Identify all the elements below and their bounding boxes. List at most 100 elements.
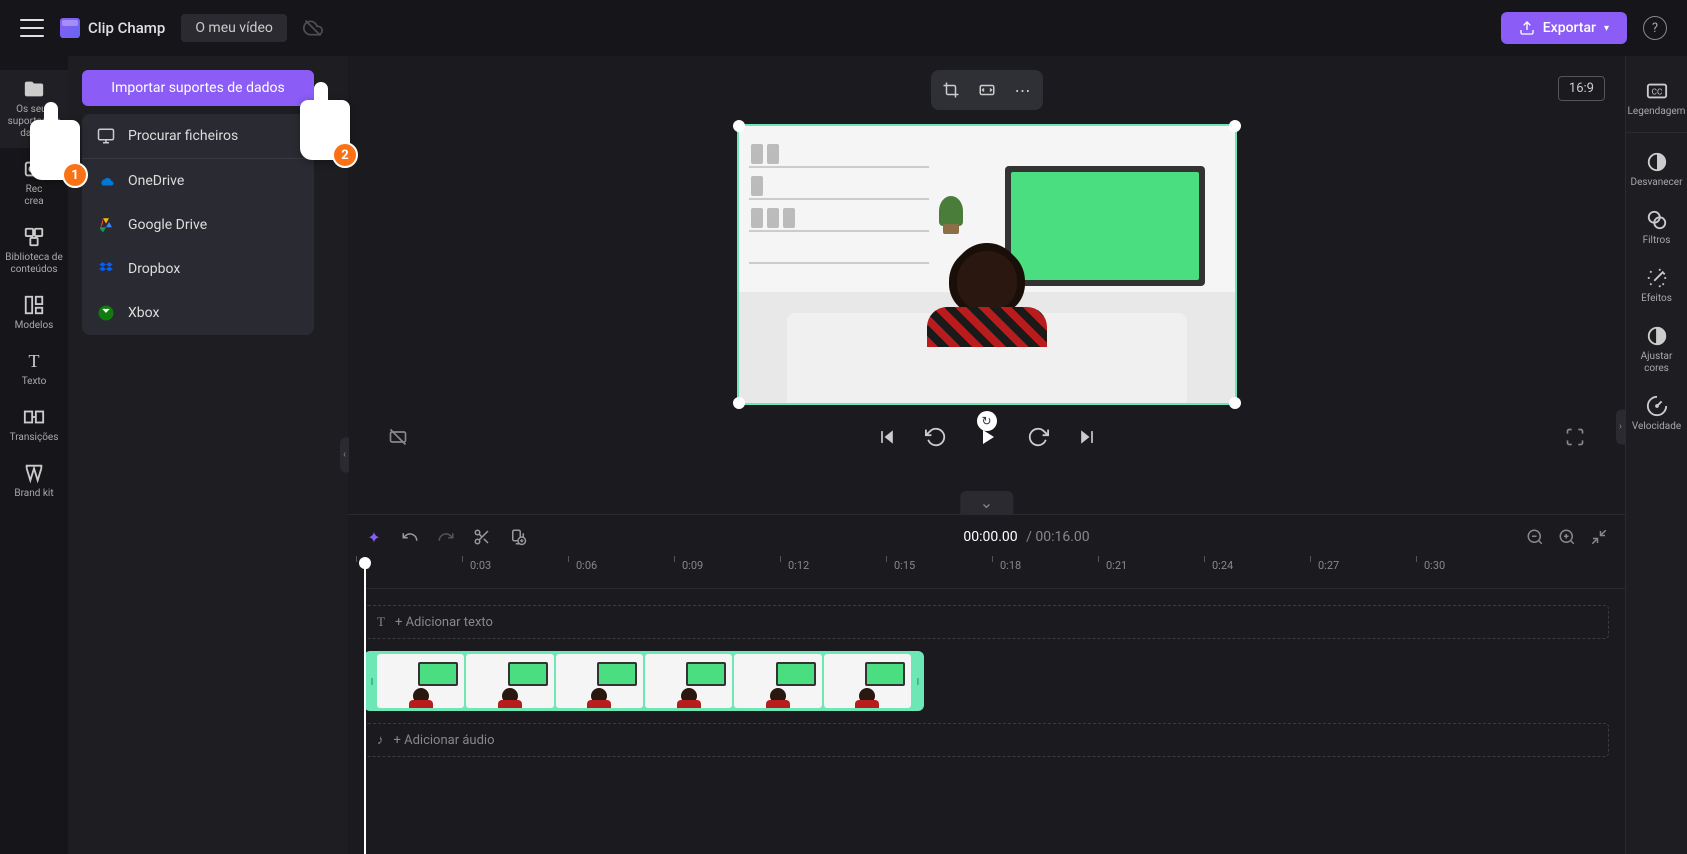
collapse-right-panel-button[interactable]: › (1616, 410, 1625, 445)
play-button[interactable] (975, 425, 999, 449)
timeline-ruler[interactable]: 00:030:060:090:120:150:180:210:240:270:3… (364, 559, 1625, 589)
clipchamp-icon (60, 18, 80, 38)
sidebar-item-media[interactable]: Os seus suportes de dados (0, 70, 68, 148)
record-icon (23, 158, 45, 180)
fullscreen-button[interactable] (1565, 427, 1585, 447)
sidebar-item-speed[interactable]: Velocidade (1626, 385, 1687, 443)
import-media-button[interactable]: Importar suportes de dados (82, 70, 314, 106)
import-xbox[interactable]: Xbox (82, 291, 314, 335)
ruler-tick: 0:27 (1318, 559, 1339, 572)
import-googledrive[interactable]: Google Drive (82, 203, 314, 247)
video-preview-canvas[interactable]: ↻ (737, 124, 1237, 405)
ruler-tick: 0:18 (1000, 559, 1021, 572)
filters-icon (1646, 209, 1668, 231)
onedrive-icon (96, 171, 116, 191)
timeline-tracks: T + Adicionar texto || (348, 589, 1625, 854)
library-icon (23, 226, 45, 248)
chevron-down-icon: ▾ (1604, 23, 1609, 34)
import-browse-files[interactable]: Procurar ficheiros (82, 114, 314, 159)
sidebar-item-colors[interactable]: Ajustar cores (1626, 315, 1687, 385)
clip-handle-left[interactable]: || (367, 654, 375, 708)
ruler-tick: 0:15 (894, 559, 915, 572)
ruler-tick: 0:30 (1424, 559, 1445, 572)
magic-tool[interactable]: ✦ (364, 528, 384, 547)
sidebar-item-captions[interactable]: CC Legendagem (1626, 70, 1687, 133)
ruler-tick: 0:09 (682, 559, 703, 572)
playback-controls (348, 405, 1625, 469)
menu-button[interactable] (20, 19, 44, 37)
sidebar-item-transitions[interactable]: Transições (0, 398, 68, 452)
sidebar-item-templates[interactable]: Modelos (0, 286, 68, 340)
sidebar-item-filters[interactable]: Filtros (1626, 199, 1687, 257)
speed-icon (1646, 395, 1668, 417)
monitor-icon (96, 126, 116, 146)
clip-handle-right[interactable]: || (913, 654, 921, 708)
import-dropbox[interactable]: Dropbox (82, 247, 314, 291)
undo-button[interactable] (400, 528, 420, 546)
crop-tool[interactable] (935, 74, 967, 106)
upload-icon (1519, 20, 1535, 36)
dropbox-icon (96, 259, 116, 279)
duplicate-tool[interactable] (508, 528, 528, 546)
sidebar-item-brandkit[interactable]: Brand kit (0, 454, 68, 508)
sidebar-item-record[interactable]: Rec crea (0, 150, 68, 216)
svg-text:CC: CC (1651, 88, 1662, 98)
split-tool[interactable] (472, 528, 492, 546)
fade-icon (1646, 151, 1668, 173)
ruler-tick: 0:24 (1212, 559, 1233, 572)
media-panel: Importar suportes de dados Procurar fich… (68, 56, 348, 854)
timeline-section: ✦ 00:00.00 / 00:16.00 00:030:060:0 (348, 514, 1625, 854)
preview-area: ⋯ 16:9 ↻ (348, 56, 1625, 514)
zoom-fit-button[interactable] (1589, 528, 1609, 546)
music-icon: ♪ (377, 732, 384, 748)
sidebar-item-effects[interactable]: Efeitos (1626, 257, 1687, 315)
aspect-ratio-selector[interactable]: 16:9 (1558, 76, 1605, 101)
audio-track[interactable]: ♪ + Adicionar áudio (364, 723, 1609, 757)
right-sidebar: CC Legendagem Desvanecer Filtros Efeitos… (1625, 56, 1687, 854)
folder-icon (23, 78, 45, 100)
text-icon: T (23, 350, 45, 372)
app-header: Clip Champ O meu vídeo Exportar ▾ ? (0, 0, 1687, 56)
skip-back-button[interactable] (877, 427, 897, 447)
zoom-out-button[interactable] (1525, 528, 1545, 546)
preview-toolbar: ⋯ (931, 70, 1043, 110)
rewind-5s-button[interactable] (925, 426, 947, 448)
sidebar-item-text[interactable]: T Texto (0, 342, 68, 396)
help-button[interactable]: ? (1643, 16, 1667, 40)
forward-5s-button[interactable] (1027, 426, 1049, 448)
video-track[interactable]: || || (364, 651, 1609, 711)
googledrive-icon (96, 215, 116, 235)
xbox-icon (96, 303, 116, 323)
video-clip[interactable]: || || (364, 651, 924, 711)
expand-timeline-handle[interactable]: ⌄ (960, 491, 1013, 514)
left-sidebar: Os seus suportes de dados Rec crea Bibli… (0, 56, 68, 854)
transitions-icon (23, 406, 45, 428)
resize-handle-tr[interactable] (1229, 120, 1241, 132)
main-area: ‹ ⋯ 16:9 ↻ (348, 56, 1625, 854)
resize-handle-tl[interactable] (733, 120, 745, 132)
import-onedrive[interactable]: OneDrive (82, 159, 314, 203)
app-logo[interactable]: Clip Champ (60, 18, 165, 38)
captions-icon: CC (1646, 80, 1668, 102)
import-dropdown-menu: Procurar ficheiros OneDrive Google Drive… (82, 114, 314, 335)
cloud-sync-off-icon[interactable] (303, 18, 323, 38)
hide-preview-button[interactable] (388, 427, 408, 447)
text-track[interactable]: T + Adicionar texto (364, 605, 1609, 639)
fit-tool[interactable] (971, 74, 1003, 106)
ruler-tick: 0:03 (470, 559, 491, 572)
text-icon: T (377, 614, 385, 630)
playhead[interactable] (364, 559, 366, 854)
effects-icon (1646, 267, 1668, 289)
ruler-tick: 0:12 (788, 559, 809, 572)
project-title-input[interactable]: O meu vídeo (181, 14, 287, 42)
ruler-tick: 0:21 (1106, 559, 1127, 572)
sidebar-item-fade[interactable]: Desvanecer (1626, 141, 1687, 199)
more-tools[interactable]: ⋯ (1007, 74, 1039, 106)
export-button[interactable]: Exportar ▾ (1501, 12, 1627, 44)
redo-button[interactable] (436, 528, 456, 546)
timecode-display: 00:00.00 / 00:16.00 (963, 529, 1089, 545)
zoom-in-button[interactable] (1557, 528, 1577, 546)
skip-forward-button[interactable] (1077, 427, 1097, 447)
sidebar-item-library[interactable]: Biblioteca de conteúdos (0, 218, 68, 284)
templates-icon (23, 294, 45, 316)
